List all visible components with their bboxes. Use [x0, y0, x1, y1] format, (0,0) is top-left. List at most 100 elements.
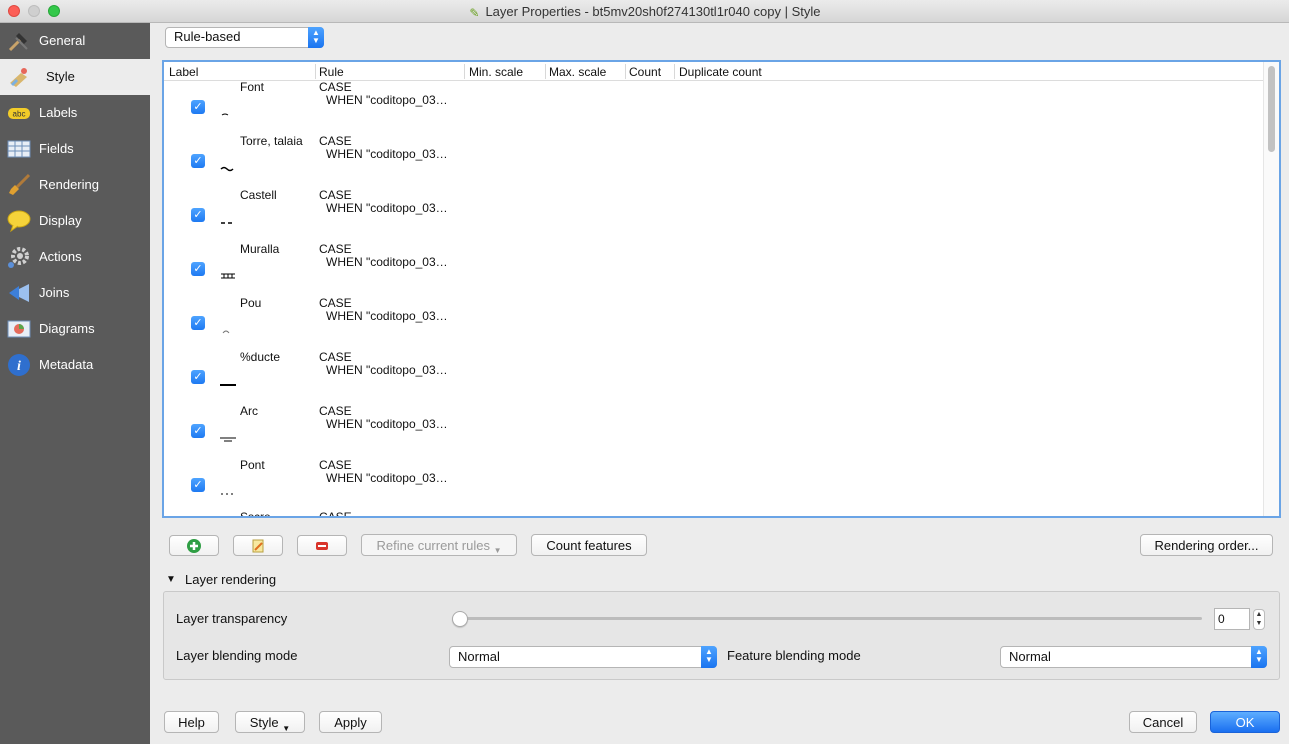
rule-label: Torre, talaia: [240, 134, 303, 148]
style-menu-label: Style: [249, 715, 279, 730]
column-divider[interactable]: [545, 64, 546, 79]
cancel-button[interactable]: Cancel: [1129, 711, 1197, 733]
column-header-rule[interactable]: Rule: [319, 65, 344, 79]
rule-symbol-icon: [220, 384, 236, 386]
rule-symbol-icon: [221, 222, 232, 224]
window-title-text: Layer Properties - bt5mv20sh0f274130tl1r…: [485, 4, 821, 19]
rule-symbol-icon: [220, 166, 234, 172]
layer-blending-select[interactable]: Normal ▲ ▼: [449, 646, 717, 668]
sidebar-item-label: Labels: [39, 105, 78, 120]
spinbox-arrows-icon[interactable]: ▲ ▼: [1253, 609, 1265, 630]
sidebar-item-general[interactable]: General: [0, 23, 150, 59]
rule-label: Pont: [240, 458, 265, 472]
column-divider[interactable]: [674, 64, 675, 79]
column-header-max-scale[interactable]: Max. scale: [549, 65, 606, 79]
rendering-order-button[interactable]: Rendering order...: [1140, 534, 1273, 556]
rule-checkbox[interactable]: ✓: [191, 316, 205, 330]
apply-button[interactable]: Apply: [319, 711, 382, 733]
column-divider[interactable]: [315, 64, 316, 79]
rule-row-font[interactable]: ✓ Font CASE WHEN "coditopo_03…: [164, 80, 1263, 134]
feature-blending-value: Normal: [1009, 649, 1051, 664]
chevron-updown-icon: ▲ ▼: [1251, 646, 1267, 668]
rule-symbol-icon: [221, 273, 235, 279]
rule-symbol-icon: [222, 330, 230, 334]
rule-label: Castell: [240, 188, 277, 202]
abc-label-icon: abc: [7, 101, 31, 125]
rule-checkbox[interactable]: ✓: [191, 208, 205, 222]
column-divider[interactable]: [464, 64, 465, 79]
rule-row-castell[interactable]: ✓ Castell CASE WHEN "coditopo_03…: [164, 188, 1263, 242]
sidebar-item-style[interactable]: Style: [0, 59, 150, 95]
rules-tree[interactable]: Label Rule Min. scale Max. scale Count D…: [162, 60, 1281, 518]
rule-row-torre-talaia[interactable]: ✓ Torre, talaia CASE WHEN "coditopo_03…: [164, 134, 1263, 188]
column-header-count[interactable]: Count: [629, 65, 661, 79]
refine-rules-button[interactable]: Refine current rules ▼: [361, 534, 517, 556]
rules-tree-scrollbar[interactable]: [1263, 62, 1279, 516]
rule-label: Pou: [240, 296, 262, 310]
paint-icon: [7, 65, 31, 89]
dropdown-arrow-icon: ▼: [493, 546, 502, 555]
rule-checkbox[interactable]: ✓: [191, 154, 205, 168]
rule-expression-line1: CASE: [319, 350, 352, 364]
rule-row-sscre[interactable]: Sscre CASE: [164, 510, 1263, 516]
layer-rendering-title[interactable]: Layer rendering: [185, 572, 276, 587]
sidebar-item-diagrams[interactable]: Diagrams: [0, 311, 150, 347]
dropdown-arrow-icon: ▼: [282, 724, 291, 733]
rule-row-muralla[interactable]: ✓ Muralla CASE WHEN "coditopo_03…: [164, 242, 1263, 296]
rule-expression-line2: WHEN "coditopo_03…: [326, 93, 448, 107]
sidebar-item-rendering[interactable]: Rendering: [0, 167, 150, 203]
rule-expression-line1: CASE: [319, 296, 352, 310]
diagram-icon: [7, 317, 31, 341]
count-features-button[interactable]: Count features: [531, 534, 647, 556]
rule-symbol-icon: [221, 493, 233, 495]
transparency-spinbox[interactable]: 0: [1214, 608, 1250, 630]
column-divider[interactable]: [625, 64, 626, 79]
style-menu-button[interactable]: Style ▼: [235, 711, 305, 733]
ok-button[interactable]: OK: [1210, 711, 1280, 733]
sidebar-item-actions[interactable]: Actions: [0, 239, 150, 275]
sidebar-item-label: Style: [46, 69, 75, 84]
rule-checkbox[interactable]: ✓: [191, 370, 205, 384]
sidebar-item-label: Fields: [39, 141, 74, 156]
rule-row-pont[interactable]: ✓ Pont CASE WHEN "coditopo_03…: [164, 458, 1263, 512]
rule-checkbox[interactable]: ✓: [191, 100, 205, 114]
sidebar-item-fields[interactable]: Fields: [0, 131, 150, 167]
sidebar-item-display[interactable]: Display: [0, 203, 150, 239]
column-header-label[interactable]: Label: [169, 65, 198, 79]
rule-checkbox[interactable]: ✓: [191, 424, 205, 438]
edit-icon: [252, 539, 264, 553]
title-bar: ✎ Layer Properties - bt5mv20sh0f274130tl1…: [0, 0, 1289, 23]
rule-checkbox[interactable]: ✓: [191, 262, 205, 276]
column-header-min-scale[interactable]: Min. scale: [469, 65, 523, 79]
renderer-type-select[interactable]: Rule-based ▲ ▼: [165, 27, 324, 48]
sidebar-item-label: Rendering: [39, 177, 99, 192]
transparency-slider-handle[interactable]: [452, 611, 468, 627]
sidebar-item-label: General: [39, 33, 86, 48]
join-icon: [7, 281, 31, 305]
scrollbar-thumb[interactable]: [1268, 66, 1275, 152]
sidebar-item-label: Metadata: [39, 357, 94, 372]
svg-text:i: i: [17, 359, 21, 374]
chevron-updown-icon: ▲ ▼: [308, 27, 324, 48]
feature-blending-select[interactable]: Normal ▲ ▼: [1000, 646, 1267, 668]
rule-expression-line2: WHEN "coditopo_03…: [326, 147, 448, 161]
help-button[interactable]: Help: [164, 711, 219, 733]
brush-icon: [7, 173, 31, 197]
collapse-triangle-icon[interactable]: ▼: [166, 574, 176, 585]
rules-tree-header: Label Rule Min. scale Max. scale Count D…: [164, 62, 1263, 81]
sidebar-item-joins[interactable]: Joins: [0, 275, 150, 311]
transparency-slider-track[interactable]: [458, 617, 1202, 620]
edit-rule-button[interactable]: [233, 535, 283, 556]
sidebar-item-labels[interactable]: abc Labels: [0, 95, 150, 131]
table-icon: [7, 137, 31, 161]
rule-row-arc[interactable]: ✓ Arc CASE WHEN "coditopo_03…: [164, 404, 1263, 458]
sidebar-item-label: Display: [39, 213, 82, 228]
rule-expression-line2: WHEN "coditopo_03…: [326, 363, 448, 377]
remove-rule-button[interactable]: [297, 535, 347, 556]
add-rule-button[interactable]: [169, 535, 219, 556]
rule-row-pou[interactable]: ✓ Pou CASE WHEN "coditopo_03…: [164, 296, 1263, 350]
rule-row-ducte[interactable]: ✓ %ducte CASE WHEN "coditopo_03…: [164, 350, 1263, 404]
sidebar-item-metadata[interactable]: i Metadata: [0, 347, 150, 383]
rule-checkbox[interactable]: ✓: [191, 478, 205, 492]
column-header-duplicate-count[interactable]: Duplicate count: [679, 65, 762, 79]
